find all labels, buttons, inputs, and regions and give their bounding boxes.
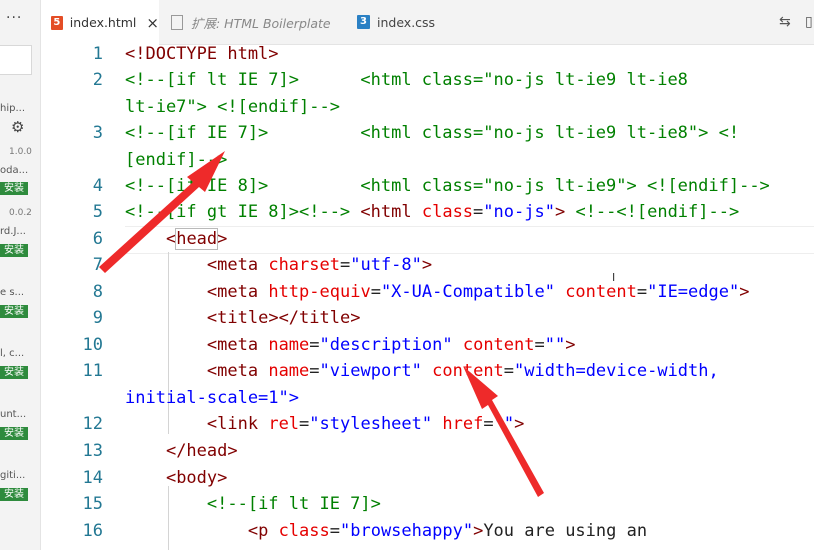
css3-icon: 3 bbox=[357, 15, 370, 29]
annotation-arrows bbox=[99, 151, 544, 497]
extension-version: 0.0.2 bbox=[9, 208, 32, 218]
annotation-arrow bbox=[463, 366, 544, 497]
tab-label: 扩展: HTML Boilerplate bbox=[191, 15, 331, 31]
install-button[interactable]: 安装 bbox=[0, 427, 28, 440]
file-icon bbox=[171, 14, 183, 30]
extension-item-name[interactable]: oda... bbox=[0, 165, 28, 176]
tab-index-css[interactable]: 3 index.css bbox=[357, 0, 435, 44]
tab-label: index.html bbox=[69, 15, 137, 30]
extension-item-name[interactable]: unt... bbox=[0, 409, 26, 420]
extensions-sidebar: ··· hip... ⚙ 1.0.0 oda... 安装 0.0.2 rd.J.… bbox=[0, 0, 41, 550]
compare-changes-icon[interactable]: ⇆ bbox=[779, 14, 791, 30]
more-actions-icon[interactable]: ··· bbox=[6, 10, 22, 26]
install-button[interactable]: 安装 bbox=[0, 182, 28, 195]
tab-index-html[interactable]: 5 index.html × bbox=[41, 0, 159, 45]
extension-item-name[interactable]: rd.J... bbox=[0, 226, 26, 237]
code-editor[interactable]: 1 2 3 4 5 6 7 8 9 10 11 12 13 14 15 16 <… bbox=[41, 44, 814, 550]
install-button[interactable]: 安装 bbox=[0, 244, 28, 257]
extension-item-name[interactable]: hip... bbox=[0, 103, 25, 114]
install-button[interactable]: 安装 bbox=[0, 305, 28, 318]
tab-extension-html-boilerplate[interactable]: 扩展: HTML Boilerplate bbox=[171, 0, 331, 44]
annotation-arrow bbox=[99, 151, 225, 273]
extension-item-name[interactable]: giti... bbox=[0, 470, 25, 481]
extension-search-input[interactable] bbox=[0, 45, 32, 75]
html5-icon: 5 bbox=[51, 15, 63, 30]
editor-tab-bar: 5 index.html × 扩展: HTML Boilerplate 3 in… bbox=[41, 0, 814, 45]
extension-item-name[interactable]: e s... bbox=[0, 287, 24, 298]
extension-version: 1.0.0 bbox=[9, 147, 32, 157]
gear-icon[interactable]: ⚙ bbox=[11, 118, 24, 136]
install-button[interactable]: 安装 bbox=[0, 366, 28, 379]
install-button[interactable]: 安装 bbox=[0, 488, 28, 501]
split-editor-icon[interactable]: ▯ bbox=[805, 14, 813, 30]
extension-item-name[interactable]: l, c... bbox=[0, 348, 24, 359]
tab-label: index.css bbox=[377, 14, 436, 30]
close-icon[interactable]: × bbox=[146, 14, 159, 32]
